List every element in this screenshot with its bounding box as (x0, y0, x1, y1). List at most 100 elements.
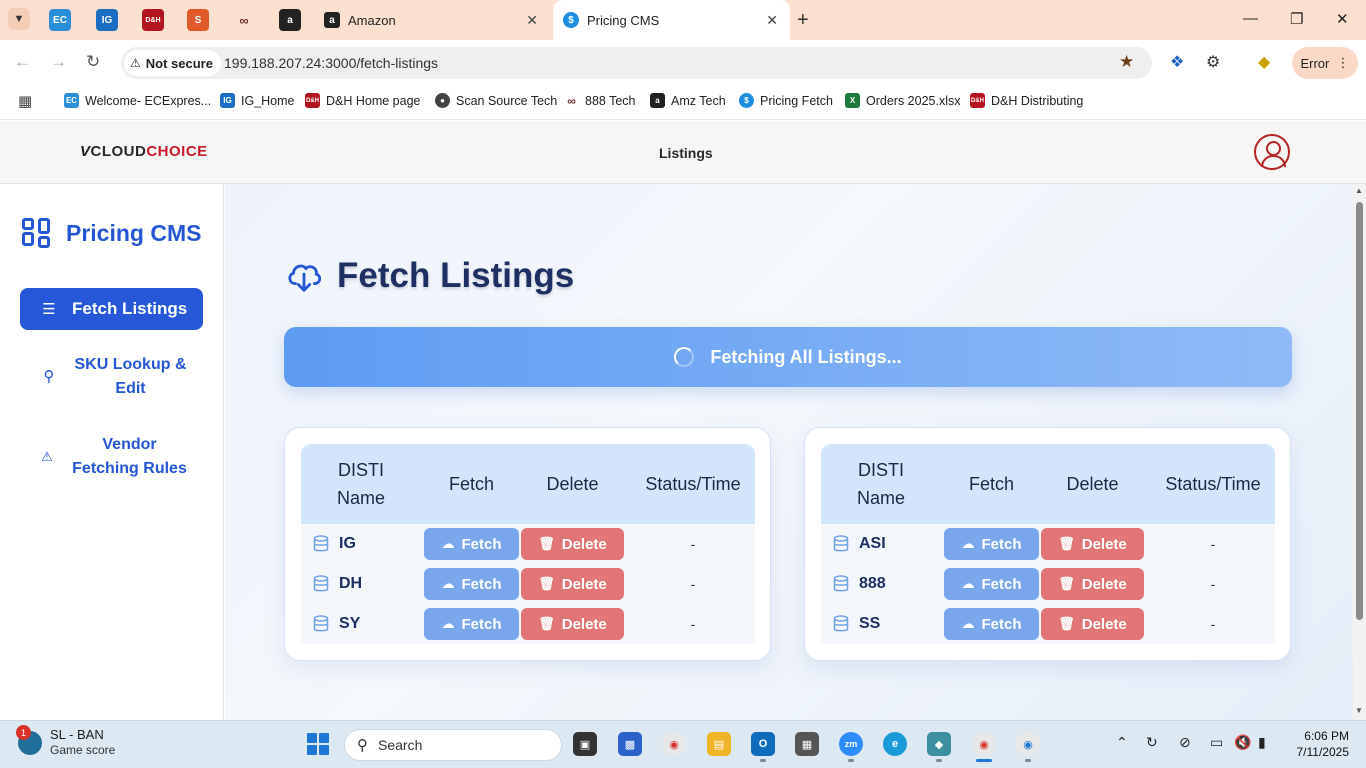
cricket-icon: 1 (16, 725, 42, 755)
delete-button[interactable]: 🗑 Delete (1041, 608, 1144, 640)
tab-pricing-cms[interactable]: $ Pricing CMS ✕ (553, 0, 790, 40)
sync-icon[interactable]: ↻ (1146, 734, 1158, 751)
volume-icon[interactable]: 🔇 (1234, 734, 1251, 751)
weather-widget[interactable]: 1 SL - BAN Game score (16, 725, 116, 757)
bookmark-scan-source[interactable]: ● Scan Source Tech (435, 93, 557, 108)
widget-subtitle: Game score (50, 743, 116, 757)
delete-button[interactable]: 🗑 Delete (1041, 568, 1144, 600)
bookmark-label: 888 Tech (585, 93, 636, 108)
security-label: Not secure (145, 55, 213, 71)
bookmark-ecexpress[interactable]: EC Welcome- ECExpres... (64, 93, 211, 108)
extension-icon[interactable]: ❖ (1170, 52, 1184, 72)
profile-extension-icon[interactable]: ◆ (1258, 52, 1270, 72)
maximize-button[interactable]: ❐ (1290, 10, 1303, 28)
disti-name: SS (859, 615, 881, 632)
pinned-tab-ig[interactable]: IG (96, 9, 118, 31)
scroll-up-icon[interactable]: ▲ (1355, 186, 1363, 195)
pinned-tab-scansource[interactable]: S (187, 9, 209, 31)
col-delete: Delete (546, 474, 599, 494)
task-view-icon[interactable]: ▣ (573, 732, 597, 756)
back-button[interactable]: ← (14, 52, 31, 72)
fetch-button[interactable]: ☁ Fetch (944, 528, 1039, 560)
tray-overflow-icon[interactable]: ⌃ (1116, 734, 1128, 751)
tab-search-button[interactable]: ▼ (8, 8, 30, 30)
delete-button[interactable]: 🗑 Delete (521, 568, 624, 600)
scroll-down-icon[interactable]: ▼ (1355, 706, 1363, 715)
reload-button[interactable]: ↻ (86, 52, 100, 72)
status-cell: - (1210, 616, 1216, 632)
trash-icon: 🗑 (538, 536, 555, 551)
puzzle-icon[interactable]: ⚙ (1206, 52, 1220, 72)
display-icon[interactable]: ▭ (1210, 734, 1223, 751)
fetch-button[interactable]: ☁ Fetch (424, 568, 519, 600)
sidebar-item-sku-lookup[interactable]: ⚲ SKU Lookup & Edit (20, 353, 203, 401)
fetch-all-label: Fetching All Listings... (710, 346, 902, 367)
new-tab-button[interactable]: + (797, 9, 809, 32)
close-window-button[interactable]: ✕ (1336, 10, 1349, 28)
globe-icon: ● (435, 93, 450, 108)
close-icon[interactable]: ✕ (766, 12, 778, 29)
close-icon[interactable]: ✕ (526, 12, 538, 29)
apps-grid-icon[interactable]: ▦ (18, 92, 32, 110)
bookmark-orders-xlsx[interactable]: X Orders 2025.xlsx (845, 93, 960, 108)
store-icon[interactable]: ▩ (618, 732, 642, 756)
delete-button[interactable]: 🗑 Delete (521, 528, 624, 560)
delete-button[interactable]: 🗑 Delete (521, 608, 624, 640)
fetch-button[interactable]: ☁ Fetch (424, 528, 519, 560)
scrollbar-thumb[interactable] (1356, 202, 1363, 620)
profile-avatar-icon[interactable] (1254, 134, 1290, 170)
bookmark-dh-home[interactable]: D&H D&H Home page (305, 93, 421, 108)
minimize-button[interactable]: — (1243, 10, 1258, 27)
bookmark-dh-distributing[interactable]: D&H D&H Distributing (970, 93, 1083, 108)
battery-icon[interactable]: ▮ (1258, 734, 1266, 751)
fetch-button[interactable]: ☁ Fetch (944, 568, 1039, 600)
file-explorer-icon[interactable]: ▤ (707, 732, 731, 756)
brand-title: Pricing CMS (66, 219, 202, 246)
outlook-icon[interactable]: O (751, 732, 775, 756)
delete-button[interactable]: 🗑 Delete (1041, 528, 1144, 560)
trash-icon: 🗑 (1058, 616, 1075, 631)
chrome-profile-2-icon[interactable]: ◉ (1016, 732, 1040, 756)
bookmark-888-tech[interactable]: ∞ 888 Tech (564, 93, 636, 108)
app-diamond-icon[interactable]: ◆ (927, 732, 951, 756)
clock-time: 6:06 PM (1304, 729, 1349, 743)
network-off-icon[interactable]: ⊘ (1179, 734, 1191, 751)
pinned-tab-888[interactable]: ∞ (233, 9, 255, 31)
error-button[interactable]: Error ⋮ (1292, 47, 1358, 79)
edge-icon[interactable]: e (883, 732, 907, 756)
cloud-download-icon: ☁ (961, 536, 975, 551)
sidebar-item-vendor-rules[interactable]: ⚠ Vendor Fetching Rules (20, 433, 203, 481)
bookmark-label: Welcome- ECExpres... (85, 93, 212, 108)
zoom-icon[interactable]: zm (839, 732, 863, 756)
list-icon: ☰ (42, 301, 56, 318)
sidebar-item-label: SKU Lookup & Edit (74, 356, 187, 397)
browser-tab-bar: ▼ EC IG D&H S ∞ a a Amazon ✕ $ Pricing C… (0, 0, 1366, 40)
calculator-icon[interactable]: ▦ (795, 732, 819, 756)
disti-name-cell: SY (313, 604, 360, 644)
chrome-profile-icon[interactable]: ◉ (972, 732, 996, 756)
taskbar-clock[interactable]: 6:06 PM 7/11/2025 (1291, 728, 1350, 760)
page-scrollbar[interactable]: ▲ ▼ (1353, 184, 1366, 720)
security-chip[interactable]: ⚠ Not secure (124, 50, 221, 76)
fetch-button[interactable]: ☁ Fetch (944, 608, 1039, 640)
cloudchoice-logo[interactable]: VCLOUDCHOICE (80, 143, 208, 160)
fetch-all-button[interactable]: Fetching All Listings... (284, 327, 1292, 387)
bookmark-star-icon[interactable]: ★ (1119, 52, 1134, 72)
sidebar-item-fetch-listings[interactable]: ☰ Fetch Listings (20, 288, 203, 330)
pinned-tab-ec[interactable]: EC (49, 9, 71, 31)
clock-date: 7/11/2025 (1296, 745, 1350, 759)
nav-listings-link[interactable]: Listings (659, 145, 713, 161)
pinned-tab-amazon[interactable]: a (279, 9, 301, 31)
url-text[interactable]: 199.188.207.24:3000/fetch-listings (224, 55, 438, 71)
fetch-button[interactable]: ☁ Fetch (424, 608, 519, 640)
chrome-icon[interactable]: ◉ (662, 732, 686, 756)
bookmark-pricing-fetch[interactable]: $ Pricing Fetch (739, 93, 833, 108)
tab-amazon[interactable]: a Amazon ✕ (314, 0, 550, 40)
pinned-tab-dh[interactable]: D&H (142, 9, 164, 31)
disti-name: IG (339, 535, 356, 552)
forward-button[interactable]: → (50, 52, 67, 72)
bookmark-amz-tech[interactable]: a Amz Tech (650, 93, 726, 108)
taskbar-search[interactable]: ⚲ Search (344, 729, 562, 761)
start-button[interactable] (307, 733, 329, 755)
bookmark-ig-home[interactable]: IG IG_Home (220, 93, 295, 108)
